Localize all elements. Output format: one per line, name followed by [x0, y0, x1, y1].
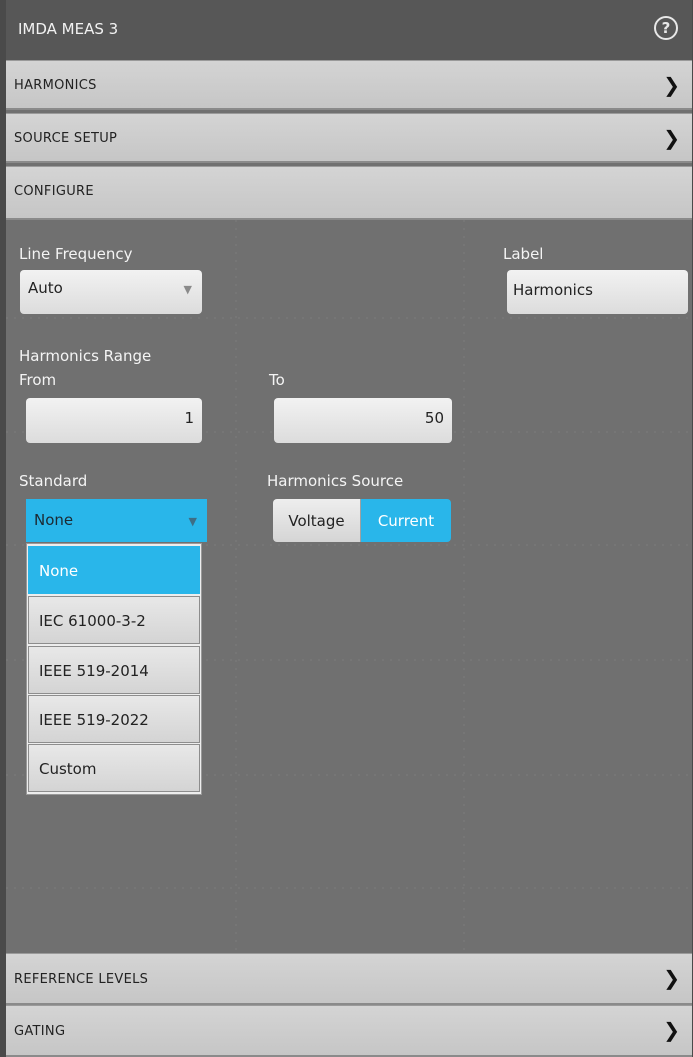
from-input[interactable]: 1 [26, 398, 202, 443]
dropdown-arrow-icon: ▼ [183, 283, 192, 296]
harmonics-source-label: Harmonics Source [267, 472, 404, 490]
config-panel: IMDA MEAS 3 ? HARMONICS ❯ SOURCE SETUP ❯… [6, 0, 692, 1057]
label-input-value: Harmonics [513, 281, 593, 299]
section-gating[interactable]: GATING ❯ [6, 1005, 692, 1057]
section-configure[interactable]: CONFIGURE [6, 166, 692, 220]
standard-dropdown[interactable]: None ▼ [26, 499, 207, 542]
menu-item-label: Custom [39, 760, 97, 778]
menu-item-label: IEEE 519-2014 [39, 662, 149, 680]
chevron-right-icon: ❯ [663, 126, 680, 150]
section-harmonics[interactable]: HARMONICS ❯ [6, 60, 692, 110]
standard-value: None [34, 511, 74, 529]
section-reference-levels-label: REFERENCE LEVELS [14, 972, 149, 987]
chevron-right-icon: ❯ [663, 1018, 680, 1042]
to-label: To [269, 371, 285, 389]
menu-item-iec-61000-3-2[interactable]: IEC 61000-3-2 [28, 596, 200, 644]
chevron-right-icon: ❯ [663, 73, 680, 97]
voltage-option[interactable]: Voltage [273, 499, 361, 542]
line-frequency-dropdown[interactable]: Auto ▼ [20, 270, 202, 314]
standard-options-menu: None IEC 61000-3-2 IEEE 519-2014 IEEE 51… [26, 543, 202, 795]
menu-item-none[interactable]: None [28, 546, 200, 594]
standard-label: Standard [19, 472, 88, 490]
menu-item-ieee-519-2014[interactable]: IEEE 519-2014 [28, 646, 200, 694]
section-source-setup-label: SOURCE SETUP [14, 131, 118, 146]
section-source-setup[interactable]: SOURCE SETUP ❯ [6, 113, 692, 163]
menu-item-ieee-519-2022[interactable]: IEEE 519-2022 [28, 695, 200, 743]
menu-item-label: IEC 61000-3-2 [39, 612, 146, 630]
section-gating-label: GATING [14, 1024, 66, 1039]
section-configure-label: CONFIGURE [14, 184, 94, 199]
label-field-label: Label [503, 245, 544, 263]
line-frequency-label: Line Frequency [19, 245, 133, 263]
from-label: From [19, 371, 57, 389]
section-reference-levels[interactable]: REFERENCE LEVELS ❯ [6, 953, 692, 1005]
question-circle-icon[interactable]: ? [654, 16, 678, 40]
current-option[interactable]: Current [361, 499, 451, 542]
menu-item-label: None [39, 562, 79, 580]
section-harmonics-label: HARMONICS [14, 78, 97, 93]
chevron-right-icon: ❯ [663, 966, 680, 990]
harmonics-range-label: Harmonics Range [19, 347, 152, 365]
menu-item-custom[interactable]: Custom [28, 744, 200, 792]
window-title: IMDA MEAS 3 [18, 20, 119, 38]
line-frequency-value: Auto [28, 279, 63, 297]
title-bar: IMDA MEAS 3 ? [6, 0, 692, 60]
dropdown-arrow-icon: ▼ [188, 515, 197, 528]
harmonics-source-toggle: Voltage Current [273, 499, 451, 542]
to-input[interactable]: 50 [274, 398, 452, 443]
from-value: 1 [184, 409, 194, 427]
to-value: 50 [424, 409, 444, 427]
menu-item-label: IEEE 519-2022 [39, 711, 149, 729]
label-input[interactable]: Harmonics [507, 270, 688, 314]
